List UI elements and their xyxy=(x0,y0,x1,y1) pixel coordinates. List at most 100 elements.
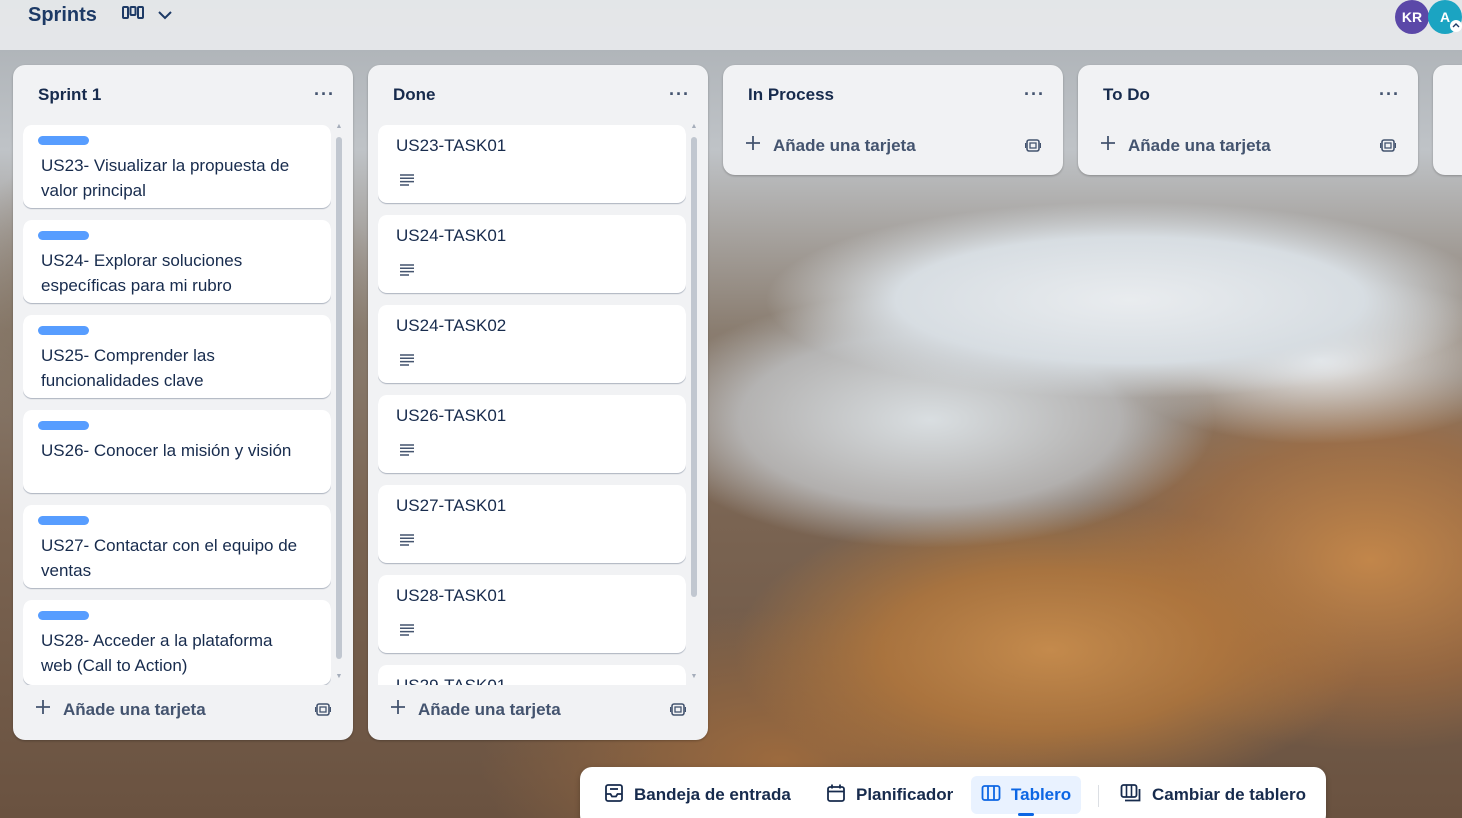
view-switcher[interactable] xyxy=(122,5,172,26)
list-scrollbar[interactable]: ▲ ▼ xyxy=(335,123,343,685)
nav-label: Bandeja de entrada xyxy=(634,785,791,804)
card-label[interactable] xyxy=(38,421,89,430)
plus-icon xyxy=(745,135,761,156)
list-to-do[interactable]: To Do ··· Añade una tarjeta xyxy=(1078,65,1418,175)
scroll-thumb[interactable] xyxy=(691,137,697,597)
add-card-label: Añade una tarjeta xyxy=(773,135,916,155)
calendar-icon xyxy=(826,783,846,808)
description-icon xyxy=(399,443,415,461)
card[interactable]: US25- Comprender las funcionalidades cla… xyxy=(23,315,331,398)
scroll-up-icon[interactable]: ▲ xyxy=(335,123,343,130)
add-card-button[interactable]: Añade una tarjeta xyxy=(1100,135,1271,156)
board-icon xyxy=(981,783,1001,808)
card-container: US23- Visualizar la propuesta de valor p… xyxy=(23,123,331,685)
add-card-button[interactable]: Añade una tarjeta xyxy=(745,135,916,156)
avatar-kr[interactable]: KR xyxy=(1395,0,1429,34)
card[interactable]: US26- Conocer la misión y visión xyxy=(23,410,331,493)
nav-label: Cambiar de tablero xyxy=(1152,785,1306,804)
nav-label: Planificador xyxy=(856,785,954,804)
list-header: Done ··· xyxy=(368,65,708,123)
list-sprint-1[interactable]: Sprint 1 ··· US23- Visualizar la propues… xyxy=(13,65,353,740)
card[interactable]: US27- Contactar con el equipo de ventas xyxy=(23,505,331,588)
list-menu-button[interactable]: ··· xyxy=(1379,84,1400,105)
card[interactable]: US28-TASK01 xyxy=(378,575,686,653)
card[interactable]: US23- Visualizar la propuesta de valor p… xyxy=(23,125,331,208)
nav-inbox[interactable]: Bandeja de entrada xyxy=(594,776,801,814)
card-title: US27-TASK01 xyxy=(396,496,507,515)
list-title[interactable]: Done xyxy=(393,85,436,105)
description-icon xyxy=(399,353,415,371)
card-title: US23-TASK01 xyxy=(396,136,507,155)
description-icon xyxy=(399,533,415,551)
switch-board-icon xyxy=(1120,783,1142,808)
card-title: US23- Visualizar la propuesta de valor p… xyxy=(41,156,290,200)
list-menu-button[interactable]: ··· xyxy=(314,84,335,105)
list-menu-button[interactable]: ··· xyxy=(1024,84,1045,105)
board-title[interactable]: Sprints xyxy=(28,4,97,27)
card[interactable]: US27-TASK01 xyxy=(378,485,686,563)
add-card-button[interactable]: Añade una tarjeta xyxy=(35,699,206,720)
add-card-label: Añade una tarjeta xyxy=(1128,135,1271,155)
plus-icon xyxy=(1100,135,1116,156)
card-template-icon[interactable] xyxy=(1024,137,1042,158)
card[interactable]: US23-TASK01 xyxy=(378,125,686,203)
card-container: US23-TASK01 US24-TASK01 US24-TASK02 US26… xyxy=(378,123,686,685)
add-card-label: Añade una tarjeta xyxy=(418,699,561,719)
nav-label: Tablero xyxy=(1011,785,1072,804)
card-title: US26- Conocer la misión y visión xyxy=(41,441,292,460)
card[interactable]: US28- Acceder a la plataforma web (Call … xyxy=(23,600,331,685)
plus-icon xyxy=(390,699,406,720)
card-title: US29-TASK01 xyxy=(396,676,506,685)
card-label[interactable] xyxy=(38,136,89,145)
card-label[interactable] xyxy=(38,516,89,525)
card-template-icon[interactable] xyxy=(1379,137,1397,158)
card-title: US24-TASK01 xyxy=(396,226,507,245)
card-label[interactable] xyxy=(38,231,89,240)
card-title: US25- Comprender las funcionalidades cla… xyxy=(41,346,215,390)
card-title: US28-TASK01 xyxy=(396,586,507,605)
nav-planner[interactable]: Planificador xyxy=(816,776,963,814)
card-template-icon[interactable] xyxy=(314,701,332,722)
description-icon xyxy=(399,263,415,281)
list-partial[interactable] xyxy=(1433,65,1462,175)
add-card-button[interactable]: Añade una tarjeta xyxy=(390,699,561,720)
list-menu-button[interactable]: ··· xyxy=(669,84,690,105)
board-header: Sprints KR A xyxy=(0,0,1462,50)
card[interactable]: US26-TASK01 xyxy=(378,395,686,473)
plus-icon xyxy=(35,699,51,720)
scroll-up-icon[interactable]: ▲ xyxy=(690,123,698,130)
board-view-icon[interactable] xyxy=(122,5,144,26)
card[interactable]: US29-TASK01 xyxy=(378,665,686,685)
card-label[interactable] xyxy=(38,326,89,335)
list-title[interactable]: In Process xyxy=(748,85,834,105)
list-title[interactable]: Sprint 1 xyxy=(38,85,101,105)
card-title: US27- Contactar con el equipo de ventas xyxy=(41,536,298,580)
inbox-icon xyxy=(604,783,624,808)
list-header: Sprint 1 ··· xyxy=(13,65,353,123)
card-label[interactable] xyxy=(38,611,89,620)
card[interactable]: US24- Explorar soluciones específicas pa… xyxy=(23,220,331,303)
scroll-down-icon[interactable]: ▼ xyxy=(690,673,698,680)
nav-board[interactable]: Tablero xyxy=(971,776,1082,816)
list-title[interactable]: To Do xyxy=(1103,85,1150,105)
card[interactable]: US24-TASK01 xyxy=(378,215,686,293)
card-title: US28- Acceder a la plataforma web (Call … xyxy=(41,631,273,675)
description-icon xyxy=(399,173,415,191)
nav-switch-board[interactable]: Cambiar de tablero xyxy=(1110,776,1316,814)
chevron-down-icon[interactable] xyxy=(158,7,172,25)
list-in-process[interactable]: In Process ··· Añade una tarjeta xyxy=(723,65,1063,175)
card[interactable]: US24-TASK02 xyxy=(378,305,686,383)
scroll-down-icon[interactable]: ▼ xyxy=(335,673,343,680)
card-template-icon[interactable] xyxy=(669,701,687,722)
avatar-initials: KR xyxy=(1401,9,1423,25)
list-done[interactable]: Done ··· US23-TASK01 US24-TASK01 US24-TA… xyxy=(368,65,708,740)
list-header: To Do ··· xyxy=(1078,65,1418,123)
nav-divider xyxy=(1098,785,1099,807)
avatar-a[interactable]: A xyxy=(1428,0,1462,34)
card-title: US24- Explorar soluciones específicas pa… xyxy=(41,251,243,295)
list-header: In Process ··· xyxy=(723,65,1063,123)
active-indicator xyxy=(1018,813,1035,816)
card-title: US26-TASK01 xyxy=(396,406,507,425)
list-scrollbar[interactable]: ▲ ▼ xyxy=(690,123,698,685)
scroll-thumb[interactable] xyxy=(336,137,342,659)
